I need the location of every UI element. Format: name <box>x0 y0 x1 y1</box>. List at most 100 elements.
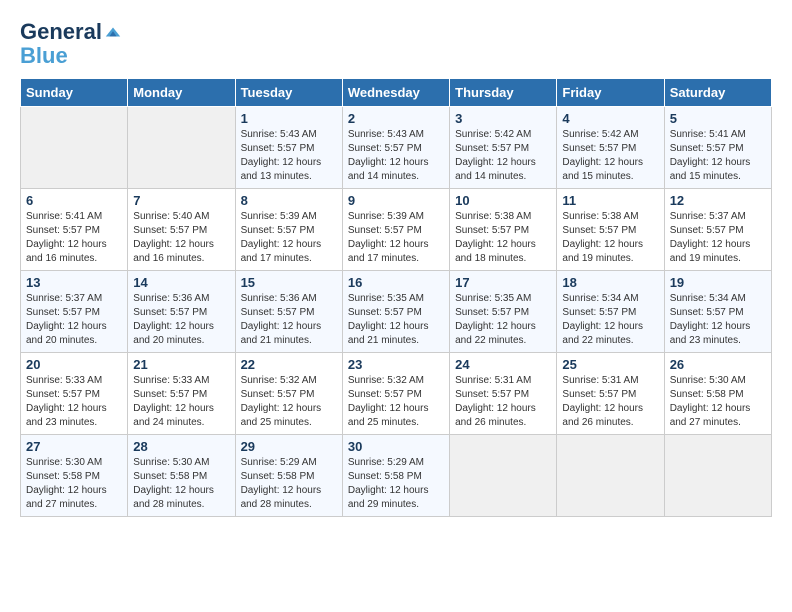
day-info: Sunrise: 5:29 AMSunset: 5:58 PMDaylight:… <box>348 456 444 512</box>
header-day-friday: Friday <box>557 79 664 107</box>
day-info: Sunrise: 5:39 AMSunset: 5:57 PMDaylight:… <box>348 210 444 266</box>
calendar-cell: 13 Sunrise: 5:37 AMSunset: 5:57 PMDayligh… <box>21 271 128 353</box>
calendar-week-row: 27 Sunrise: 5:30 AMSunset: 5:58 PMDayligh… <box>21 435 772 517</box>
calendar-cell: 22 Sunrise: 5:32 AMSunset: 5:57 PMDayligh… <box>235 353 342 435</box>
header-day-thursday: Thursday <box>450 79 557 107</box>
calendar-cell: 18 Sunrise: 5:34 AMSunset: 5:57 PMDayligh… <box>557 271 664 353</box>
day-info: Sunrise: 5:42 AMSunset: 5:57 PMDaylight:… <box>562 128 658 184</box>
calendar-cell: 2 Sunrise: 5:43 AMSunset: 5:57 PMDaylight… <box>342 107 449 189</box>
calendar-cell: 19 Sunrise: 5:34 AMSunset: 5:57 PMDayligh… <box>664 271 771 353</box>
calendar-table: SundayMondayTuesdayWednesdayThursdayFrid… <box>20 78 772 517</box>
day-number: 1 <box>241 111 337 126</box>
logo-blue-text: Blue <box>20 44 68 68</box>
calendar-cell: 23Sunrise: 5:32 AMSunset: 5:57 PMDayligh… <box>342 353 449 435</box>
calendar-week-row: 20 Sunrise: 5:33 AMSunset: 5:57 PMDayligh… <box>21 353 772 435</box>
day-number: 27 <box>26 439 122 454</box>
day-number: 9 <box>348 193 444 208</box>
calendar-cell: 5 Sunrise: 5:41 AMSunset: 5:57 PMDaylight… <box>664 107 771 189</box>
day-number: 2 <box>348 111 444 126</box>
calendar-cell: 7Sunrise: 5:40 AMSunset: 5:57 PMDaylight… <box>128 189 235 271</box>
day-number: 22 <box>241 357 337 372</box>
calendar-cell: 25 Sunrise: 5:31 AMSunset: 5:57 PMDayligh… <box>557 353 664 435</box>
header-day-sunday: Sunday <box>21 79 128 107</box>
page-header: General Blue <box>20 20 772 68</box>
calendar-cell: 28 Sunrise: 5:30 AMSunset: 5:58 PMDayligh… <box>128 435 235 517</box>
day-number: 12 <box>670 193 766 208</box>
logo: General Blue <box>20 20 122 68</box>
day-info: Sunrise: 5:29 AMSunset: 5:58 PMDaylight:… <box>241 456 337 512</box>
calendar-cell: 20 Sunrise: 5:33 AMSunset: 5:57 PMDayligh… <box>21 353 128 435</box>
calendar-cell <box>450 435 557 517</box>
day-number: 25 <box>562 357 658 372</box>
day-number: 24 <box>455 357 551 372</box>
calendar-cell: 24Sunrise: 5:31 AMSunset: 5:57 PMDayligh… <box>450 353 557 435</box>
day-info: Sunrise: 5:33 AMSunset: 5:57 PMDaylight:… <box>26 374 122 430</box>
calendar-header-row: SundayMondayTuesdayWednesdayThursdayFrid… <box>21 79 772 107</box>
day-info: Sunrise: 5:30 AMSunset: 5:58 PMDaylight:… <box>670 374 766 430</box>
day-info: Sunrise: 5:37 AMSunset: 5:57 PMDaylight:… <box>26 292 122 348</box>
day-info: Sunrise: 5:39 AMSunset: 5:57 PMDaylight:… <box>241 210 337 266</box>
day-number: 4 <box>562 111 658 126</box>
header-day-monday: Monday <box>128 79 235 107</box>
day-info: Sunrise: 5:33 AMSunset: 5:57 PMDaylight:… <box>133 374 229 430</box>
calendar-cell <box>128 107 235 189</box>
calendar-cell: 16 Sunrise: 5:35 AMSunset: 5:57 PMDayligh… <box>342 271 449 353</box>
calendar-cell: 29 Sunrise: 5:29 AMSunset: 5:58 PMDayligh… <box>235 435 342 517</box>
calendar-cell <box>557 435 664 517</box>
calendar-cell: 1 Sunrise: 5:43 AMSunset: 5:57 PMDaylight… <box>235 107 342 189</box>
calendar-cell: 30 Sunrise: 5:29 AMSunset: 5:58 PMDayligh… <box>342 435 449 517</box>
day-info: Sunrise: 5:30 AMSunset: 5:58 PMDaylight:… <box>133 456 229 512</box>
day-number: 28 <box>133 439 229 454</box>
day-number: 7 <box>133 193 229 208</box>
day-number: 6 <box>26 193 122 208</box>
day-info: Sunrise: 5:42 AMSunset: 5:57 PMDaylight:… <box>455 128 551 184</box>
calendar-cell: 21 Sunrise: 5:33 AMSunset: 5:57 PMDayligh… <box>128 353 235 435</box>
day-number: 30 <box>348 439 444 454</box>
header-day-wednesday: Wednesday <box>342 79 449 107</box>
day-info: Sunrise: 5:35 AMSunset: 5:57 PMDaylight:… <box>348 292 444 348</box>
day-number: 11 <box>562 193 658 208</box>
logo-icon <box>104 23 122 41</box>
calendar-cell <box>664 435 771 517</box>
calendar-cell: 15 Sunrise: 5:36 AMSunset: 5:57 PMDayligh… <box>235 271 342 353</box>
day-number: 15 <box>241 275 337 290</box>
day-info: Sunrise: 5:41 AMSunset: 5:57 PMDaylight:… <box>26 210 122 266</box>
calendar-week-row: 13 Sunrise: 5:37 AMSunset: 5:57 PMDayligh… <box>21 271 772 353</box>
day-number: 14 <box>133 275 229 290</box>
day-info: Sunrise: 5:32 AMSunset: 5:57 PMDaylight:… <box>241 374 337 430</box>
day-number: 29 <box>241 439 337 454</box>
day-number: 23 <box>348 357 444 372</box>
calendar-cell: 10Sunrise: 5:38 AMSunset: 5:57 PMDayligh… <box>450 189 557 271</box>
day-info: Sunrise: 5:43 AMSunset: 5:57 PMDaylight:… <box>241 128 337 184</box>
header-day-tuesday: Tuesday <box>235 79 342 107</box>
calendar-cell: 8Sunrise: 5:39 AMSunset: 5:57 PMDaylight… <box>235 189 342 271</box>
logo-text: General <box>20 20 102 44</box>
day-number: 18 <box>562 275 658 290</box>
day-number: 17 <box>455 275 551 290</box>
day-number: 20 <box>26 357 122 372</box>
calendar-week-row: 6 Sunrise: 5:41 AMSunset: 5:57 PMDaylight… <box>21 189 772 271</box>
day-number: 21 <box>133 357 229 372</box>
calendar-cell: 17 Sunrise: 5:35 AMSunset: 5:57 PMDayligh… <box>450 271 557 353</box>
day-number: 19 <box>670 275 766 290</box>
day-info: Sunrise: 5:43 AMSunset: 5:57 PMDaylight:… <box>348 128 444 184</box>
day-info: Sunrise: 5:36 AMSunset: 5:57 PMDaylight:… <box>133 292 229 348</box>
day-info: Sunrise: 5:31 AMSunset: 5:57 PMDaylight:… <box>562 374 658 430</box>
calendar-cell: 27 Sunrise: 5:30 AMSunset: 5:58 PMDayligh… <box>21 435 128 517</box>
calendar-cell: 26Sunrise: 5:30 AMSunset: 5:58 PMDayligh… <box>664 353 771 435</box>
calendar-cell: 14 Sunrise: 5:36 AMSunset: 5:57 PMDayligh… <box>128 271 235 353</box>
day-info: Sunrise: 5:36 AMSunset: 5:57 PMDaylight:… <box>241 292 337 348</box>
day-number: 5 <box>670 111 766 126</box>
day-info: Sunrise: 5:30 AMSunset: 5:58 PMDaylight:… <box>26 456 122 512</box>
day-info: Sunrise: 5:35 AMSunset: 5:57 PMDaylight:… <box>455 292 551 348</box>
day-number: 13 <box>26 275 122 290</box>
day-number: 3 <box>455 111 551 126</box>
day-info: Sunrise: 5:37 AMSunset: 5:57 PMDaylight:… <box>670 210 766 266</box>
day-info: Sunrise: 5:41 AMSunset: 5:57 PMDaylight:… <box>670 128 766 184</box>
calendar-cell: 9 Sunrise: 5:39 AMSunset: 5:57 PMDaylight… <box>342 189 449 271</box>
calendar-cell: 12 Sunrise: 5:37 AMSunset: 5:57 PMDayligh… <box>664 189 771 271</box>
day-info: Sunrise: 5:34 AMSunset: 5:57 PMDaylight:… <box>562 292 658 348</box>
day-info: Sunrise: 5:34 AMSunset: 5:57 PMDaylight:… <box>670 292 766 348</box>
day-number: 16 <box>348 275 444 290</box>
calendar-cell: 6 Sunrise: 5:41 AMSunset: 5:57 PMDaylight… <box>21 189 128 271</box>
